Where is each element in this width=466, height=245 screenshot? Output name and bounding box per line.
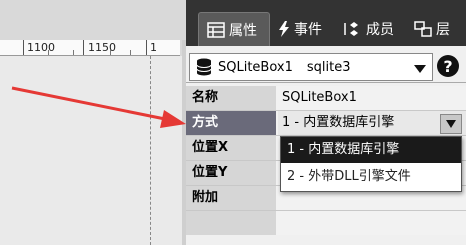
annotation-arrow-icon — [11, 86, 186, 128]
